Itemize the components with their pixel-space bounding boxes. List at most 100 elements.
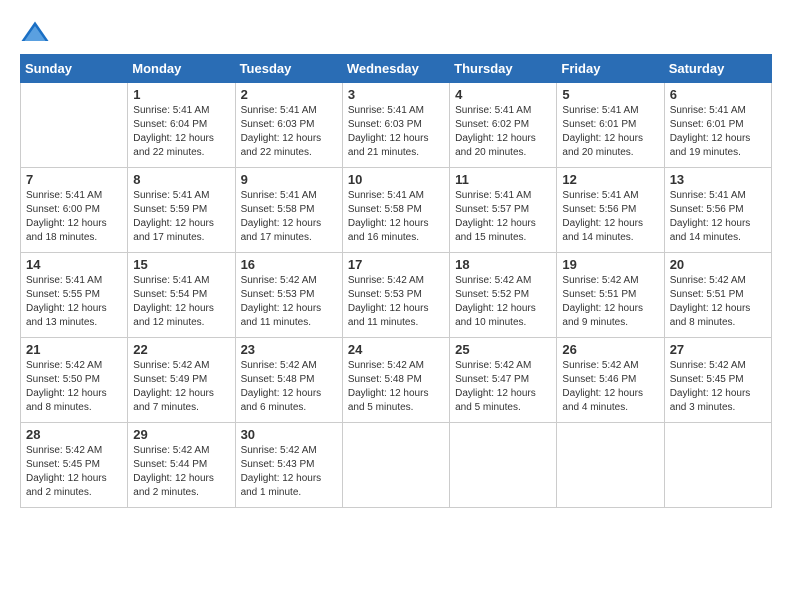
day-info: Sunrise: 5:41 AM Sunset: 5:56 PM Dayligh… xyxy=(670,189,766,245)
calendar-day-cell: 9 Sunrise: 5:41 AM Sunset: 5:58 PM Daylig… xyxy=(235,168,342,253)
calendar-day-cell: 7 Sunrise: 5:41 AM Sunset: 6:00 PM Daylig… xyxy=(21,168,128,253)
calendar-day-cell: 23 Sunrise: 5:42 AM Sunset: 5:48 PM Dayli… xyxy=(235,338,342,423)
day-number: 18 xyxy=(455,257,551,272)
calendar-day-cell: 8 Sunrise: 5:41 AM Sunset: 5:59 PM Daylig… xyxy=(128,168,235,253)
day-info: Sunrise: 5:42 AM Sunset: 5:51 PM Dayligh… xyxy=(670,274,766,330)
day-number: 11 xyxy=(455,172,551,187)
weekday-header-row: SundayMondayTuesdayWednesdayThursdayFrid… xyxy=(21,55,772,83)
day-info: Sunrise: 5:41 AM Sunset: 6:02 PM Dayligh… xyxy=(455,104,551,160)
day-number: 17 xyxy=(348,257,444,272)
day-number: 26 xyxy=(562,342,658,357)
day-number: 14 xyxy=(26,257,122,272)
day-number: 7 xyxy=(26,172,122,187)
calendar-day-cell: 11 Sunrise: 5:41 AM Sunset: 5:57 PM Dayli… xyxy=(450,168,557,253)
day-info: Sunrise: 5:42 AM Sunset: 5:45 PM Dayligh… xyxy=(26,444,122,500)
calendar-day-cell: 3 Sunrise: 5:41 AM Sunset: 6:03 PM Daylig… xyxy=(342,83,449,168)
day-info: Sunrise: 5:42 AM Sunset: 5:44 PM Dayligh… xyxy=(133,444,229,500)
day-number: 3 xyxy=(348,87,444,102)
day-number: 15 xyxy=(133,257,229,272)
calendar-day-cell: 27Sunrise: 5:42 AM Sunset: 5:45 PM Dayli… xyxy=(664,338,771,423)
day-info: Sunrise: 5:42 AM Sunset: 5:50 PM Dayligh… xyxy=(26,359,122,415)
day-info: Sunrise: 5:42 AM Sunset: 5:53 PM Dayligh… xyxy=(241,274,337,330)
calendar-day-cell: 20Sunrise: 5:42 AM Sunset: 5:51 PM Dayli… xyxy=(664,253,771,338)
weekday-header-cell: Thursday xyxy=(450,55,557,83)
day-info: Sunrise: 5:41 AM Sunset: 6:03 PM Dayligh… xyxy=(241,104,337,160)
calendar-week-row: 1 Sunrise: 5:41 AM Sunset: 6:04 PM Daylig… xyxy=(21,83,772,168)
calendar-week-row: 28 Sunrise: 5:42 AM Sunset: 5:45 PM Dayli… xyxy=(21,423,772,508)
day-info: Sunrise: 5:42 AM Sunset: 5:48 PM Dayligh… xyxy=(241,359,337,415)
day-number: 25 xyxy=(455,342,551,357)
day-number: 28 xyxy=(26,427,122,442)
weekday-header-cell: Wednesday xyxy=(342,55,449,83)
calendar-day-cell xyxy=(664,423,771,508)
calendar-body: 1 Sunrise: 5:41 AM Sunset: 6:04 PM Daylig… xyxy=(21,83,772,508)
weekday-header-cell: Sunday xyxy=(21,55,128,83)
calendar-day-cell xyxy=(557,423,664,508)
day-info: Sunrise: 5:42 AM Sunset: 5:52 PM Dayligh… xyxy=(455,274,551,330)
logo xyxy=(20,20,54,44)
day-number: 29 xyxy=(133,427,229,442)
weekday-header-cell: Monday xyxy=(128,55,235,83)
day-info: Sunrise: 5:41 AM Sunset: 6:04 PM Dayligh… xyxy=(133,104,229,160)
day-info: Sunrise: 5:41 AM Sunset: 5:56 PM Dayligh… xyxy=(562,189,658,245)
day-info: Sunrise: 5:41 AM Sunset: 6:01 PM Dayligh… xyxy=(562,104,658,160)
day-info: Sunrise: 5:42 AM Sunset: 5:53 PM Dayligh… xyxy=(348,274,444,330)
calendar-day-cell: 4Sunrise: 5:41 AM Sunset: 6:02 PM Daylig… xyxy=(450,83,557,168)
day-number: 12 xyxy=(562,172,658,187)
calendar-day-cell: 5 Sunrise: 5:41 AM Sunset: 6:01 PM Daylig… xyxy=(557,83,664,168)
day-number: 23 xyxy=(241,342,337,357)
day-info: Sunrise: 5:42 AM Sunset: 5:51 PM Dayligh… xyxy=(562,274,658,330)
day-number: 22 xyxy=(133,342,229,357)
calendar-day-cell xyxy=(450,423,557,508)
calendar-day-cell: 6 Sunrise: 5:41 AM Sunset: 6:01 PM Daylig… xyxy=(664,83,771,168)
day-info: Sunrise: 5:41 AM Sunset: 6:00 PM Dayligh… xyxy=(26,189,122,245)
calendar-day-cell: 10Sunrise: 5:41 AM Sunset: 5:58 PM Dayli… xyxy=(342,168,449,253)
day-info: Sunrise: 5:41 AM Sunset: 6:03 PM Dayligh… xyxy=(348,104,444,160)
calendar-week-row: 7 Sunrise: 5:41 AM Sunset: 6:00 PM Daylig… xyxy=(21,168,772,253)
calendar-day-cell: 17 Sunrise: 5:42 AM Sunset: 5:53 PM Dayli… xyxy=(342,253,449,338)
calendar-week-row: 14 Sunrise: 5:41 AM Sunset: 5:55 PM Dayli… xyxy=(21,253,772,338)
weekday-header-cell: Friday xyxy=(557,55,664,83)
calendar-day-cell: 22Sunrise: 5:42 AM Sunset: 5:49 PM Dayli… xyxy=(128,338,235,423)
day-info: Sunrise: 5:41 AM Sunset: 5:54 PM Dayligh… xyxy=(133,274,229,330)
day-number: 6 xyxy=(670,87,766,102)
day-info: Sunrise: 5:41 AM Sunset: 5:55 PM Dayligh… xyxy=(26,274,122,330)
calendar-day-cell: 26Sunrise: 5:42 AM Sunset: 5:46 PM Dayli… xyxy=(557,338,664,423)
calendar-day-cell: 18 Sunrise: 5:42 AM Sunset: 5:52 PM Dayli… xyxy=(450,253,557,338)
day-number: 1 xyxy=(133,87,229,102)
calendar-day-cell: 28 Sunrise: 5:42 AM Sunset: 5:45 PM Dayli… xyxy=(21,423,128,508)
day-info: Sunrise: 5:41 AM Sunset: 5:58 PM Dayligh… xyxy=(241,189,337,245)
day-number: 19 xyxy=(562,257,658,272)
day-info: Sunrise: 5:41 AM Sunset: 5:58 PM Dayligh… xyxy=(348,189,444,245)
day-number: 8 xyxy=(133,172,229,187)
calendar-table: SundayMondayTuesdayWednesdayThursdayFrid… xyxy=(20,54,772,508)
logo-icon xyxy=(20,20,50,44)
calendar-day-cell: 1 Sunrise: 5:41 AM Sunset: 6:04 PM Daylig… xyxy=(128,83,235,168)
calendar-day-cell: 24 Sunrise: 5:42 AM Sunset: 5:48 PM Dayli… xyxy=(342,338,449,423)
day-number: 9 xyxy=(241,172,337,187)
day-number: 5 xyxy=(562,87,658,102)
calendar-day-cell: 12 Sunrise: 5:41 AM Sunset: 5:56 PM Dayli… xyxy=(557,168,664,253)
day-number: 30 xyxy=(241,427,337,442)
calendar-day-cell xyxy=(21,83,128,168)
day-info: Sunrise: 5:41 AM Sunset: 5:59 PM Dayligh… xyxy=(133,189,229,245)
weekday-header-cell: Tuesday xyxy=(235,55,342,83)
day-number: 16 xyxy=(241,257,337,272)
day-number: 2 xyxy=(241,87,337,102)
day-info: Sunrise: 5:42 AM Sunset: 5:43 PM Dayligh… xyxy=(241,444,337,500)
calendar-day-cell: 30 Sunrise: 5:42 AM Sunset: 5:43 PM Dayli… xyxy=(235,423,342,508)
calendar-day-cell: 13 Sunrise: 5:41 AM Sunset: 5:56 PM Dayli… xyxy=(664,168,771,253)
calendar-week-row: 21 Sunrise: 5:42 AM Sunset: 5:50 PM Dayli… xyxy=(21,338,772,423)
day-info: Sunrise: 5:41 AM Sunset: 6:01 PM Dayligh… xyxy=(670,104,766,160)
calendar-day-cell: 21 Sunrise: 5:42 AM Sunset: 5:50 PM Dayli… xyxy=(21,338,128,423)
day-info: Sunrise: 5:42 AM Sunset: 5:45 PM Dayligh… xyxy=(670,359,766,415)
calendar-day-cell xyxy=(342,423,449,508)
day-info: Sunrise: 5:42 AM Sunset: 5:48 PM Dayligh… xyxy=(348,359,444,415)
page-header xyxy=(20,20,772,44)
day-number: 13 xyxy=(670,172,766,187)
day-number: 24 xyxy=(348,342,444,357)
calendar-day-cell: 15 Sunrise: 5:41 AM Sunset: 5:54 PM Dayli… xyxy=(128,253,235,338)
day-info: Sunrise: 5:41 AM Sunset: 5:57 PM Dayligh… xyxy=(455,189,551,245)
day-info: Sunrise: 5:42 AM Sunset: 5:47 PM Dayligh… xyxy=(455,359,551,415)
day-number: 21 xyxy=(26,342,122,357)
